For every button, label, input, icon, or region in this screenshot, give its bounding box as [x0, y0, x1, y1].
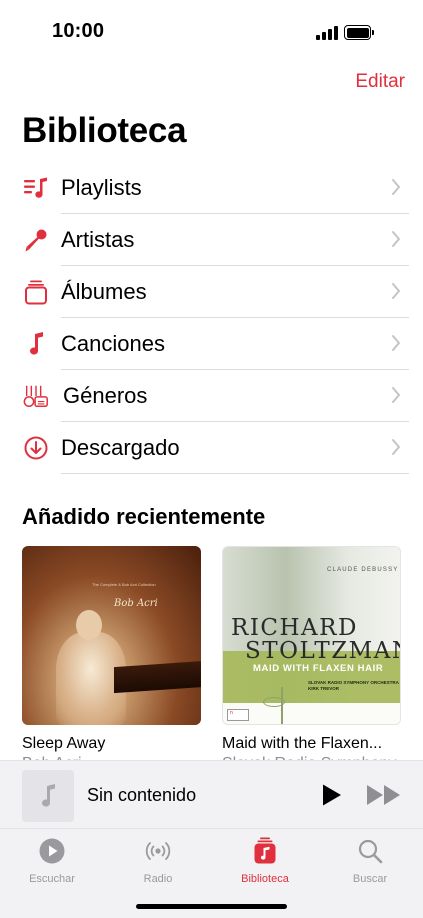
search-icon [358, 839, 383, 864]
library-item-artists[interactable]: Artistas [0, 214, 423, 266]
chevron-right-icon [392, 231, 400, 247]
library-item-songs[interactable]: Canciones [0, 318, 423, 370]
album-card[interactable]: The Complete & Bob Acri Collection Bob A… [22, 546, 201, 763]
album-cover-text: CLAUDE DEBUSSY [327, 567, 399, 573]
microphone-icon [22, 226, 50, 254]
edit-button[interactable]: Editar [355, 71, 405, 93]
chevron-right-icon [392, 387, 400, 403]
album-title: Sleep Away [22, 735, 106, 752]
library-item-label: Descargado [61, 435, 180, 460]
library-item-label: Géneros [63, 383, 148, 408]
album-cover-text: STOLTZMAN [245, 638, 401, 664]
tab-library[interactable]: Biblioteca [225, 837, 305, 885]
tab-label: Buscar [352, 873, 388, 885]
tab-label: Radio [143, 873, 173, 885]
mini-player[interactable]: Sin contenido [0, 760, 423, 828]
music-note-icon [42, 784, 55, 807]
album-cover-text: SLOVAK RADIO SYMPHONY ORCHESTRA KIRK TRE… [308, 680, 399, 691]
library-item-genres[interactable]: Géneros [0, 370, 423, 422]
next-track-button[interactable] [366, 784, 402, 806]
playlist-icon [22, 174, 50, 202]
library-list: Playlists Artistas Álbumes Canciones Gén… [0, 162, 423, 474]
library-item-playlists[interactable]: Playlists [0, 162, 423, 214]
album-cover[interactable]: The Complete & Bob Acri Collection Bob A… [22, 546, 201, 725]
library-item-label: Canciones [61, 331, 165, 356]
status-time: 10:00 [52, 20, 105, 42]
library-item-label: Playlists [61, 175, 142, 200]
album-cover-text: Bob Acri [114, 598, 158, 609]
library-item-label: Álbumes [61, 279, 147, 304]
chevron-right-icon [392, 179, 400, 195]
chevron-right-icon [392, 283, 400, 299]
album-card[interactable]: CLAUDE DEBUSSY RICHARD STOLTZMAN MAID WI… [222, 546, 401, 763]
tab-listen[interactable]: Escuchar [12, 837, 92, 885]
status-bar: 10:00 [0, 0, 423, 62]
page-title: Biblioteca [22, 111, 187, 150]
radio-waves-icon [145, 842, 171, 860]
music-note-icon [22, 330, 50, 358]
home-indicator[interactable] [136, 904, 287, 909]
mini-player-artwork [22, 770, 74, 822]
divider [61, 473, 409, 474]
play-circle-icon [39, 838, 65, 864]
instruments-icon [22, 382, 50, 410]
album-cover-text: MAID WITH FLAXEN HAIR [253, 663, 384, 674]
tab-label: Escuchar [29, 873, 75, 885]
battery-icon [344, 25, 374, 40]
cellular-signal-icon [316, 26, 338, 40]
album-stack-icon [22, 278, 50, 306]
record-label-logo: n [227, 709, 249, 721]
tab-label: Biblioteca [241, 873, 289, 885]
chevron-right-icon [392, 439, 400, 455]
section-title-recently-added: Añadido recientemente [22, 504, 266, 529]
mini-player-title: Sin contenido [87, 785, 197, 805]
library-music-icon [254, 837, 276, 864]
album-cover-text: The Complete & Bob Acri Collection [92, 582, 156, 587]
play-button[interactable] [321, 783, 343, 807]
album-title: Maid with the Flaxen... [222, 735, 383, 752]
album-cover[interactable]: CLAUDE DEBUSSY RICHARD STOLTZMAN MAID WI… [222, 546, 401, 725]
library-item-albums[interactable]: Álbumes [0, 266, 423, 318]
library-item-downloaded[interactable]: Descargado [0, 422, 423, 474]
download-circle-icon [22, 434, 50, 462]
tab-search[interactable]: Buscar [330, 837, 410, 885]
library-item-label: Artistas [61, 227, 135, 252]
chevron-right-icon [392, 335, 400, 351]
tab-radio[interactable]: Radio [118, 837, 198, 885]
